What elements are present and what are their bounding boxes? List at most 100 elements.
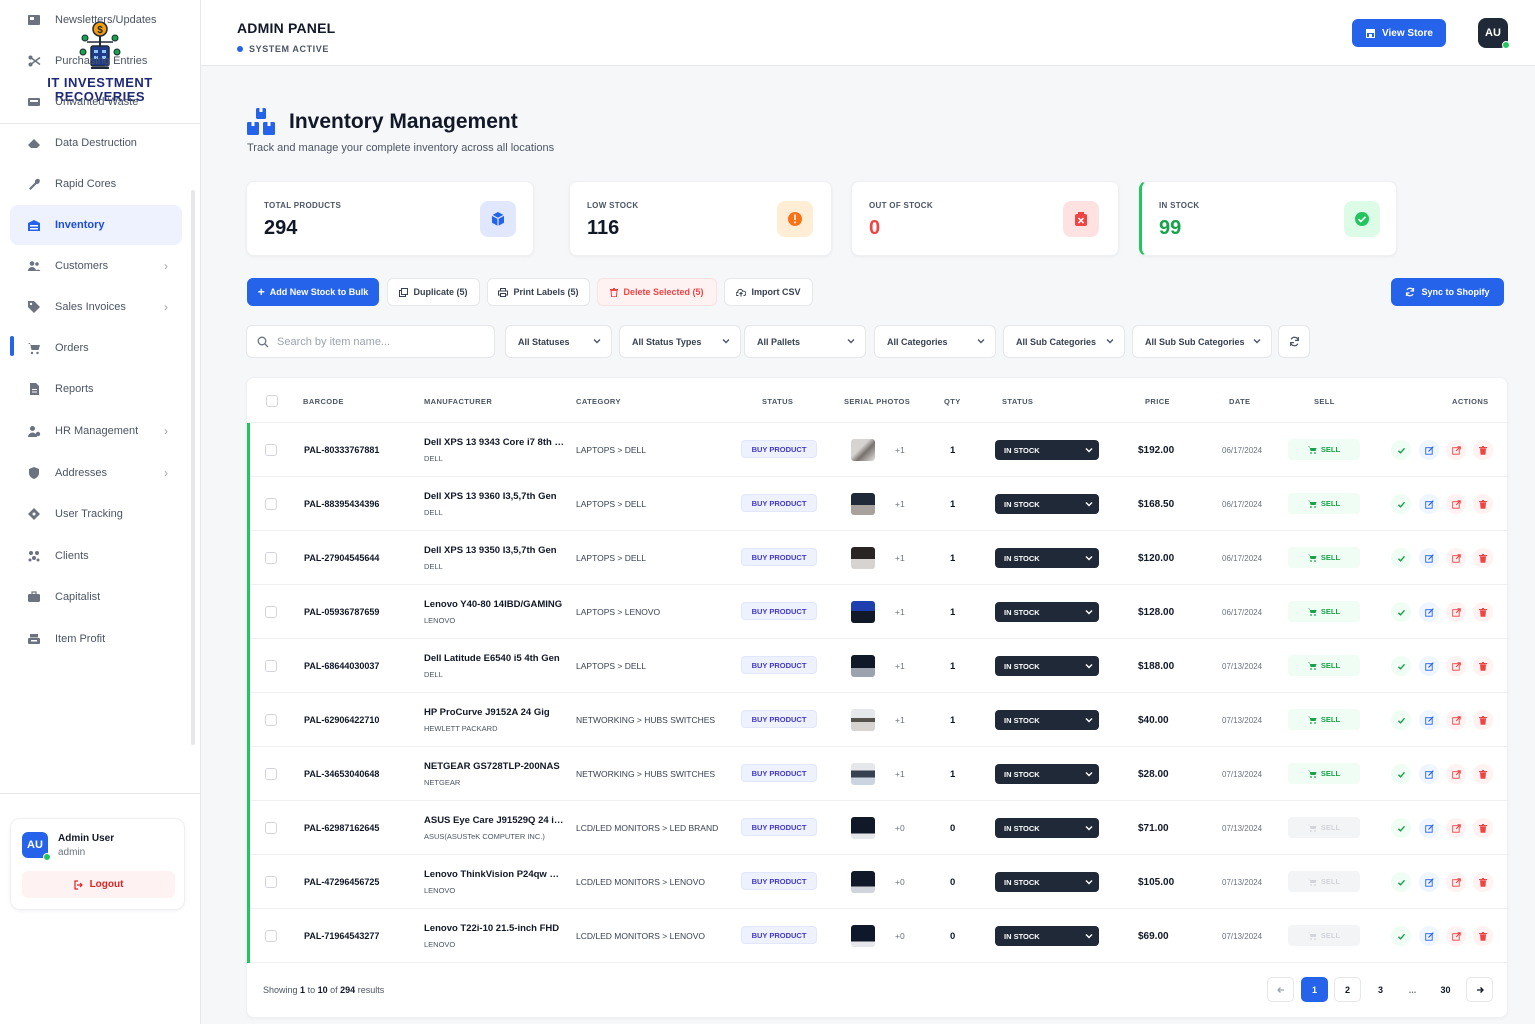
product-name[interactable]: Dell XPS 13 9360 I3,5,7th Gen bbox=[424, 491, 557, 502]
sidebar-item-item-profit[interactable]: Item Profit bbox=[10, 619, 182, 659]
row-checkbox[interactable] bbox=[265, 768, 277, 780]
open-external-action[interactable] bbox=[1446, 440, 1466, 460]
delete-action[interactable] bbox=[1473, 764, 1493, 784]
prev-page-button[interactable] bbox=[1267, 977, 1294, 1002]
row-checkbox[interactable] bbox=[265, 930, 277, 942]
row-checkbox[interactable] bbox=[265, 498, 277, 510]
sidebar-scrollbar[interactable] bbox=[191, 190, 195, 745]
delete-action[interactable] bbox=[1473, 548, 1493, 568]
edit-action[interactable] bbox=[1419, 656, 1439, 676]
delete-selected-button[interactable]: Delete Selected (5) bbox=[597, 278, 717, 306]
sidebar-item-data-destruction[interactable]: Data Destruction bbox=[10, 123, 182, 163]
buy-product-badge[interactable]: BUY PRODUCT bbox=[741, 764, 817, 782]
table-row[interactable]: PAL-88395434396 Dell XPS 13 9360 I3,5,7th… bbox=[247, 477, 1509, 531]
delete-action[interactable] bbox=[1473, 926, 1493, 946]
sidebar-item-newsletters-updates[interactable]: Newsletters/Updates bbox=[10, 0, 182, 40]
sidebar-item-unwanted-waste[interactable]: Unwanted Waste bbox=[10, 82, 182, 122]
product-name[interactable]: Dell XPS 13 9343 Core i7 8th Gen bbox=[424, 437, 564, 448]
col-qty[interactable]: QTY bbox=[944, 397, 961, 406]
barcode[interactable]: PAL-71964543277 bbox=[304, 931, 379, 941]
approve-action[interactable] bbox=[1391, 602, 1411, 622]
approve-action[interactable] bbox=[1391, 494, 1411, 514]
product-name[interactable]: Lenovo Y40-80 14IBD/GAMING bbox=[424, 599, 562, 610]
approve-action[interactable] bbox=[1391, 872, 1411, 892]
product-name[interactable]: Dell XPS 13 9350 I3,5,7th Gen bbox=[424, 545, 557, 556]
table-row[interactable]: PAL-05936787659 Lenovo Y40-80 14IBD/GAMIN… bbox=[247, 585, 1509, 639]
filter-sub-categories[interactable]: All Sub Categories bbox=[1003, 325, 1125, 358]
sell-button[interactable]: SELL bbox=[1288, 817, 1360, 838]
barcode[interactable]: PAL-34653040648 bbox=[304, 769, 379, 779]
sidebar-item-purchasing-entries[interactable]: Purchasing Entries bbox=[10, 41, 182, 81]
col-manufacturer[interactable]: MANUFACTURER bbox=[424, 397, 492, 406]
sidebar-item-reports[interactable]: Reports bbox=[10, 369, 182, 409]
edit-action[interactable] bbox=[1419, 440, 1439, 460]
table-row[interactable]: PAL-80333767881 Dell XPS 13 9343 Core i7 … bbox=[247, 423, 1509, 477]
table-row[interactable]: PAL-71964543277 Lenovo T22i-10 21.5-inch … bbox=[247, 909, 1509, 963]
col-category[interactable]: CATEGORY bbox=[576, 397, 621, 406]
print-labels-button[interactable]: Print Labels (5) bbox=[487, 278, 590, 306]
filter-status-types[interactable]: All Status Types bbox=[619, 325, 741, 358]
product-name[interactable]: Lenovo T22i-10 21.5-inch FHD bbox=[424, 923, 559, 934]
sell-button[interactable]: SELL bbox=[1288, 871, 1360, 892]
edit-action[interactable] bbox=[1419, 926, 1439, 946]
add-new-stock-button[interactable]: + Add New Stock to Bulk bbox=[247, 278, 379, 306]
table-row[interactable]: PAL-62906422710 HP ProCurve J9152A 24 Gig… bbox=[247, 693, 1509, 747]
buy-product-badge[interactable]: BUY PRODUCT bbox=[741, 602, 817, 620]
barcode[interactable]: PAL-62987162645 bbox=[304, 823, 379, 833]
serial-photo-thumbnail[interactable] bbox=[851, 871, 875, 893]
buy-product-badge[interactable]: BUY PRODUCT bbox=[741, 440, 817, 458]
sidebar-item-sales-invoices[interactable]: Sales Invoices › bbox=[10, 287, 182, 327]
product-name[interactable]: Dell Latitude E6540 i5 4th Gen bbox=[424, 653, 560, 664]
sync-shopify-button[interactable]: Sync to Shopify bbox=[1391, 278, 1504, 306]
page-30[interactable]: 30 bbox=[1432, 977, 1459, 1002]
open-external-action[interactable] bbox=[1446, 494, 1466, 514]
table-row[interactable]: PAL-34653040648 NETGEAR GS728TLP-200NAS NE… bbox=[247, 747, 1509, 801]
stock-status-select[interactable]: IN STOCK bbox=[995, 710, 1099, 730]
stock-status-select[interactable]: IN STOCK bbox=[995, 764, 1099, 784]
view-store-button[interactable]: View Store bbox=[1352, 19, 1446, 47]
buy-product-badge[interactable]: BUY PRODUCT bbox=[741, 710, 817, 728]
approve-action[interactable] bbox=[1391, 764, 1411, 784]
row-checkbox[interactable] bbox=[265, 822, 277, 834]
sidebar-item-rapid-cores[interactable]: Rapid Cores bbox=[10, 164, 182, 204]
logout-button[interactable]: Logout bbox=[22, 871, 175, 898]
col-actions[interactable]: ACTIONS bbox=[1452, 397, 1489, 406]
buy-product-badge[interactable]: BUY PRODUCT bbox=[741, 548, 817, 566]
serial-photo-thumbnail[interactable] bbox=[851, 655, 875, 677]
row-checkbox[interactable] bbox=[265, 552, 277, 564]
open-external-action[interactable] bbox=[1446, 926, 1466, 946]
sell-button[interactable]: SELL bbox=[1288, 709, 1360, 730]
filter-categories[interactable]: All Categories bbox=[874, 325, 996, 358]
buy-product-badge[interactable]: BUY PRODUCT bbox=[741, 818, 817, 836]
edit-action[interactable] bbox=[1419, 872, 1439, 892]
open-external-action[interactable] bbox=[1446, 656, 1466, 676]
sell-button[interactable]: SELL bbox=[1288, 439, 1360, 460]
open-external-action[interactable] bbox=[1446, 602, 1466, 622]
row-checkbox[interactable] bbox=[265, 714, 277, 726]
barcode[interactable]: PAL-80333767881 bbox=[304, 445, 379, 455]
product-name[interactable]: HP ProCurve J9152A 24 Gig bbox=[424, 707, 550, 718]
col-stock-status[interactable]: STATUS bbox=[1002, 397, 1033, 406]
approve-action[interactable] bbox=[1391, 548, 1411, 568]
serial-photo-thumbnail[interactable] bbox=[851, 763, 875, 785]
edit-action[interactable] bbox=[1419, 764, 1439, 784]
serial-photo-thumbnail[interactable] bbox=[851, 925, 875, 947]
stock-status-select[interactable]: IN STOCK bbox=[995, 818, 1099, 838]
page-2[interactable]: 2 bbox=[1334, 977, 1361, 1002]
row-checkbox[interactable] bbox=[265, 660, 277, 672]
col-barcode[interactable]: BARCODE bbox=[303, 397, 344, 406]
col-status[interactable]: STATUS bbox=[762, 397, 793, 406]
sell-button[interactable]: SELL bbox=[1288, 493, 1360, 514]
sell-button[interactable]: SELL bbox=[1288, 547, 1360, 568]
serial-photo-thumbnail[interactable] bbox=[851, 817, 875, 839]
stock-status-select[interactable]: IN STOCK bbox=[995, 548, 1099, 568]
sidebar-item-orders[interactable]: Orders bbox=[10, 328, 182, 368]
barcode[interactable]: PAL-05936787659 bbox=[304, 607, 379, 617]
col-serial-photos[interactable]: SERIAL PHOTOS bbox=[844, 397, 910, 406]
filter-pallets[interactable]: All Pallets bbox=[744, 325, 866, 358]
open-external-action[interactable] bbox=[1446, 548, 1466, 568]
row-checkbox[interactable] bbox=[265, 444, 277, 456]
open-external-action[interactable] bbox=[1446, 710, 1466, 730]
product-name[interactable]: Lenovo ThinkVision P24qw Monitor bbox=[424, 869, 564, 880]
sidebar-item-capitalist[interactable]: Capitalist bbox=[10, 577, 182, 617]
